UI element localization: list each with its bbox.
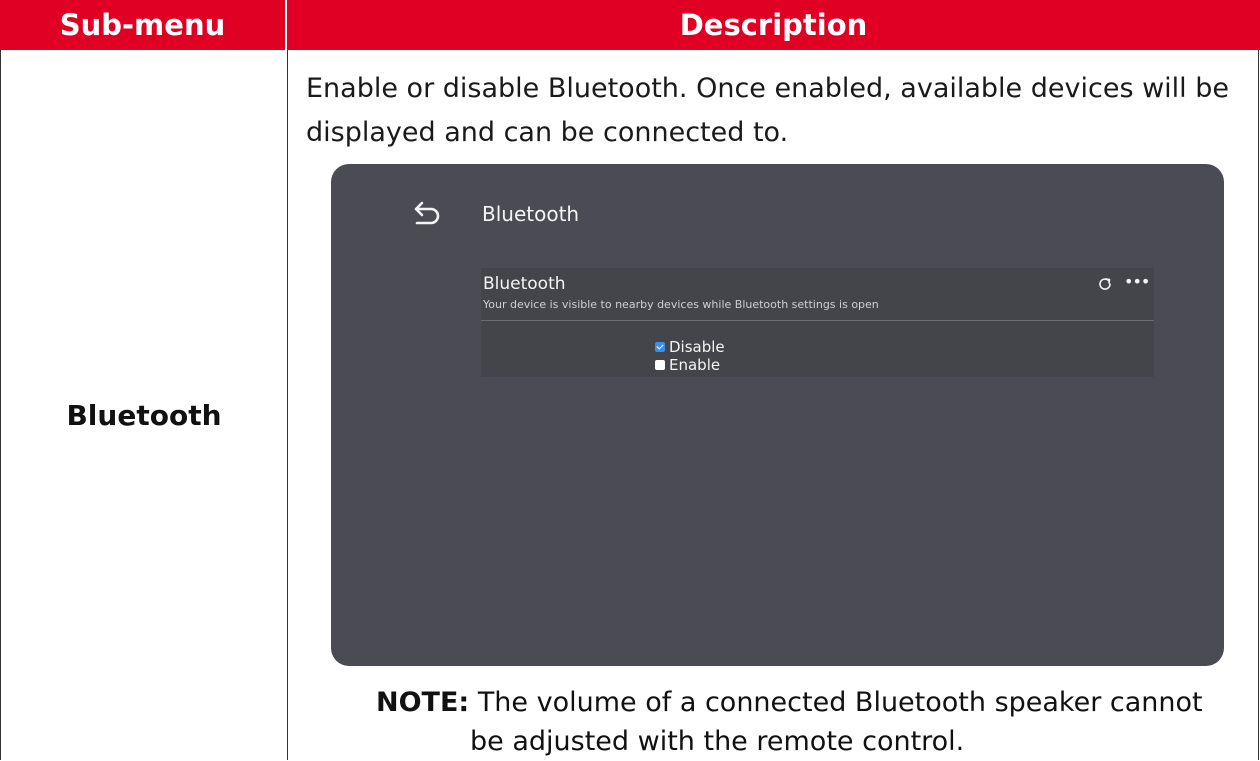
option-label: Enable [669, 356, 721, 374]
note-label: NOTE: [376, 687, 470, 718]
bluetooth-panel: Bluetooth Your device is visible to near… [481, 268, 1154, 377]
column-header-description: Description [287, 0, 1260, 50]
table-border-right [1258, 50, 1259, 760]
panel-title: Bluetooth [483, 274, 566, 294]
note-text-line1: The volume of a connected Bluetooth spea… [477, 687, 1203, 718]
option-label: Disable [669, 338, 725, 356]
column-header-submenu: Sub-menu [0, 0, 285, 50]
note-text-line2: be adjusted with the remote control. [470, 726, 965, 757]
checkbox-checked-icon[interactable] [655, 342, 665, 352]
table-border-middle [287, 50, 288, 760]
description-intro: Enable or disable Bluetooth. Once enable… [306, 73, 1230, 148]
bluetooth-settings-screenshot: Bluetooth Bluetooth Your device is visib… [331, 164, 1224, 666]
option-disable[interactable]: Disable [655, 338, 725, 356]
more-icon[interactable]: ••• [1124, 272, 1150, 291]
panel-divider [481, 320, 1154, 321]
option-enable[interactable]: Enable [655, 356, 720, 374]
back-arrow-icon[interactable] [411, 200, 441, 230]
submenu-name: Bluetooth [66, 398, 222, 432]
refresh-icon[interactable] [1097, 276, 1113, 292]
panel-subtitle: Your device is visible to nearby devices… [483, 298, 879, 311]
note: NOTE: The volume of a connected Bluetoot… [376, 684, 1246, 722]
screen-title: Bluetooth [482, 202, 580, 226]
description-table: Sub-menu Description Bluetooth Enable or… [0, 0, 1260, 760]
submenu-cell: Bluetooth [1, 50, 287, 760]
checkbox-unchecked-icon[interactable] [655, 360, 665, 370]
